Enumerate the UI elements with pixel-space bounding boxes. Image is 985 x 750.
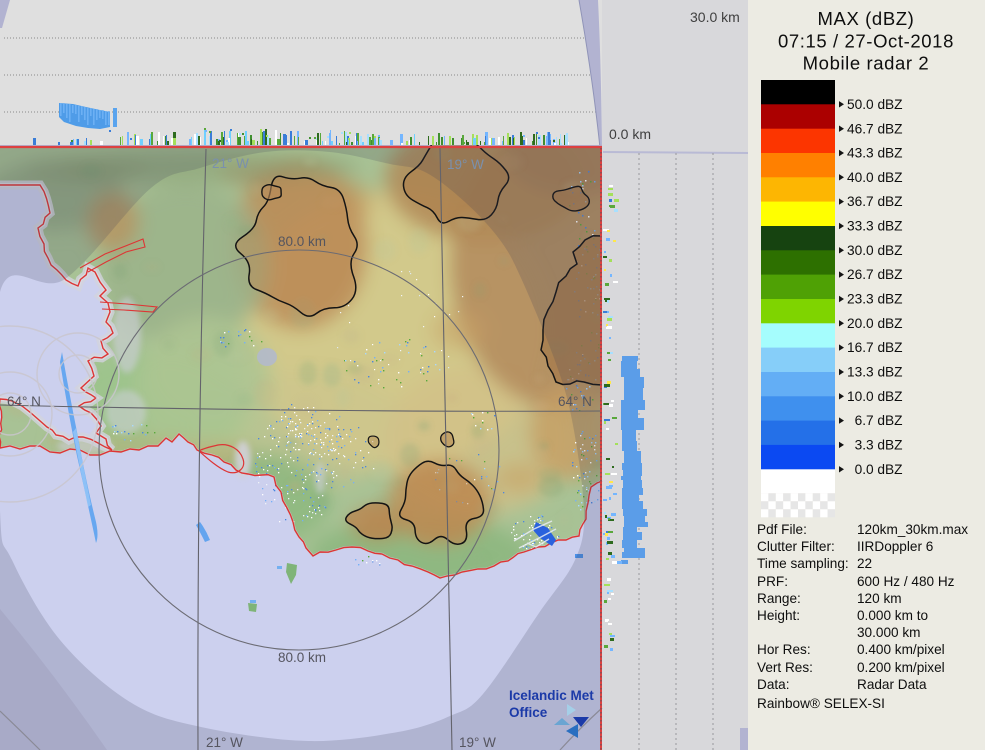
svg-text:120 km: 120 km	[857, 591, 902, 606]
svg-text:19° W: 19° W	[459, 735, 496, 750]
svg-text:13.3 dBZ: 13.3 dBZ	[847, 365, 903, 380]
svg-text:0.0 dBZ: 0.0 dBZ	[847, 462, 903, 477]
svg-text:120km_30km.max: 120km_30km.max	[857, 522, 968, 537]
svg-text:IIRDoppler 6: IIRDoppler 6	[857, 539, 933, 554]
svg-text:16.7 dBZ: 16.7 dBZ	[847, 340, 903, 355]
svg-text:21° W: 21° W	[206, 735, 243, 750]
svg-text:Mobile radar 2: Mobile radar 2	[803, 53, 930, 74]
svg-text:MAX (dBZ): MAX (dBZ)	[818, 8, 915, 29]
svg-text:0.000 km to: 0.000 km to	[857, 608, 928, 623]
svg-text:Hor Res:: Hor Res:	[757, 642, 811, 657]
svg-text:Height:: Height:	[757, 608, 800, 623]
svg-text:36.7 dBZ: 36.7 dBZ	[847, 194, 903, 209]
svg-text:80.0 km: 80.0 km	[278, 234, 326, 249]
svg-text:07:15 / 27-Oct-2018: 07:15 / 27-Oct-2018	[778, 31, 954, 52]
svg-text:33.3 dBZ: 33.3 dBZ	[847, 219, 903, 234]
svg-text:26.7 dBZ: 26.7 dBZ	[847, 267, 903, 282]
svg-text:Data:: Data:	[757, 677, 790, 692]
svg-text:19° W: 19° W	[447, 157, 484, 172]
svg-text:6.7 dBZ: 6.7 dBZ	[847, 413, 903, 428]
svg-text:30.0 km: 30.0 km	[690, 9, 740, 25]
svg-text:0.0 km: 0.0 km	[609, 126, 651, 142]
svg-text:Pdf File:: Pdf File:	[757, 522, 807, 537]
svg-text:Icelandic Met: Icelandic Met	[509, 688, 594, 703]
svg-text:600 Hz / 480 Hz: 600 Hz / 480 Hz	[857, 574, 955, 589]
svg-text:Office: Office	[509, 705, 548, 720]
svg-text:0.400 km/pixel: 0.400 km/pixel	[857, 642, 945, 657]
svg-text:64° N: 64° N	[558, 394, 592, 409]
svg-text:3.3 dBZ: 3.3 dBZ	[847, 438, 903, 453]
svg-text:80.0 km: 80.0 km	[278, 650, 326, 665]
svg-text:21° W: 21° W	[212, 156, 249, 171]
svg-text:23.3 dBZ: 23.3 dBZ	[847, 292, 903, 307]
svg-text:Clutter Filter:: Clutter Filter:	[757, 539, 835, 554]
svg-text:Vert Res:: Vert Res:	[757, 660, 813, 675]
svg-text:Range:: Range:	[757, 591, 801, 606]
svg-text:Rainbow® SELEX-SI: Rainbow® SELEX-SI	[757, 696, 885, 711]
svg-text:64° N: 64° N	[7, 394, 41, 409]
svg-text:10.0 dBZ: 10.0 dBZ	[847, 389, 903, 404]
svg-text:0.200 km/pixel: 0.200 km/pixel	[857, 660, 945, 675]
svg-text:43.3 dBZ: 43.3 dBZ	[847, 146, 903, 161]
svg-text:30.000 km: 30.000 km	[857, 625, 920, 640]
svg-text:30.0 dBZ: 30.0 dBZ	[847, 243, 903, 258]
svg-text:50.0 dBZ: 50.0 dBZ	[847, 97, 903, 112]
svg-text:Time sampling:: Time sampling:	[757, 556, 849, 571]
svg-text:Radar Data: Radar Data	[857, 677, 927, 692]
svg-text:22: 22	[857, 556, 872, 571]
svg-text:PRF:: PRF:	[757, 574, 788, 589]
svg-text:40.0 dBZ: 40.0 dBZ	[847, 170, 903, 185]
svg-text:46.7 dBZ: 46.7 dBZ	[847, 121, 903, 136]
svg-text:20.0 dBZ: 20.0 dBZ	[847, 316, 903, 331]
